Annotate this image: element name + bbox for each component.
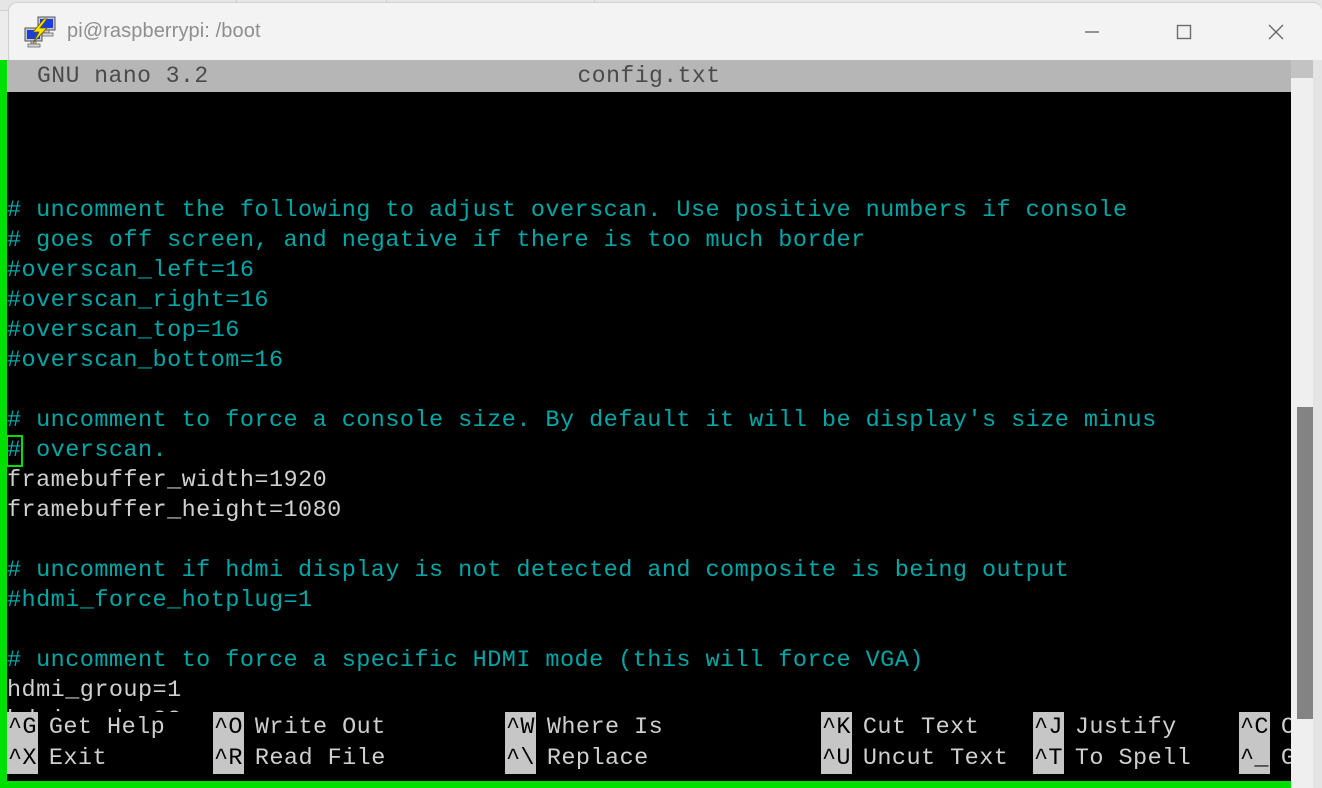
minimize-button[interactable]	[1046, 3, 1138, 61]
close-button[interactable]	[1230, 3, 1322, 61]
shortcut-key: ^J	[1033, 712, 1064, 743]
shortcut-item[interactable]: ^G Get Help	[7, 712, 213, 743]
editor-line: #overscan_top=16	[7, 317, 240, 344]
shortcut-item[interactable]: ^W Where Is	[505, 712, 821, 743]
shortcut-label: Cut Text	[862, 714, 980, 741]
shortcut-key: ^T	[1033, 743, 1064, 774]
editor-line: framebuffer_width=1920	[7, 467, 328, 494]
shortcut-label: Replace	[546, 745, 649, 772]
shortcut-label: Cur Pos	[1270, 712, 1291, 743]
editor-line: #hdmi_force_hotplug=1	[7, 587, 313, 614]
editor-line: # uncomment to force a console size. By …	[7, 407, 1157, 434]
shortcut-label: Go To Line	[1270, 743, 1291, 774]
shortcut-key: ^R	[213, 743, 244, 774]
maximize-button[interactable]	[1138, 3, 1230, 61]
maximize-icon	[1176, 24, 1192, 40]
shortcut-label: Justify	[1074, 714, 1177, 741]
shortcut-key: ^C	[1239, 712, 1270, 743]
shortcut-label: Where Is	[546, 714, 664, 741]
shortcut-label: Exit	[48, 745, 108, 772]
editor-line: # goes off screen, and negative if there…	[7, 227, 866, 254]
window-right-edge	[1313, 60, 1322, 788]
shortcut-key: ^W	[505, 712, 536, 743]
shortcut-key: ^O	[213, 712, 244, 743]
shortcut-item[interactable]: ^K Cut Text	[821, 712, 1033, 743]
text-cursor: #	[7, 435, 23, 467]
editor-text-area[interactable]: # uncomment the following to adjust over…	[7, 92, 1291, 734]
shortcut-key: ^U	[821, 743, 852, 774]
shortcut-item[interactable]: ^O Write Out	[213, 712, 505, 743]
shortcut-label: Read File	[254, 745, 386, 772]
close-icon	[1268, 24, 1284, 40]
editor-line: # uncomment the following to adjust over…	[7, 197, 1128, 224]
shortcut-item[interactable]: ^R Read File	[213, 743, 505, 774]
shortcut-item[interactable]: ^X Exit	[7, 743, 213, 774]
editor-line: # overscan.	[7, 435, 168, 467]
shortcut-key: ^_	[1239, 743, 1270, 774]
shortcut-label: Get Help	[48, 714, 166, 741]
editor-line: # uncomment if hdmi display is not detec…	[7, 557, 1070, 584]
shortcut-label: To Spell	[1074, 745, 1192, 772]
shortcut-item[interactable]: ^CCur Pos	[1239, 712, 1291, 743]
nano-filename-label: config.txt	[577, 63, 721, 89]
shortcut-key: ^K	[821, 712, 852, 743]
nano-shortcut-bar: ^G Get Help ^O Write Out ^W Where Is ^K Cut Tex…	[7, 712, 1291, 774]
putty-window: pi@raspberrypi: /boot GNU nano 3.2 confi…	[0, 2, 1322, 788]
editor-line: #overscan_bottom=16	[7, 347, 284, 374]
shortcut-item[interactable]: ^T To Spell	[1033, 743, 1239, 774]
shortcut-item[interactable]: ^U Uncut Text	[821, 743, 1033, 774]
shortcut-row-2: ^X Exit ^R Read File ^\ Replace ^U Uncut Text ^T…	[7, 743, 1291, 774]
window-title: pi@raspberrypi: /boot	[67, 20, 261, 42]
putty-icon	[22, 16, 56, 48]
editor-line: framebuffer_height=1080	[7, 497, 342, 524]
shortcut-item[interactable]: ^\ Replace	[505, 743, 821, 774]
terminal-area[interactable]: GNU nano 3.2 config.txt # uncomment the …	[0, 60, 1291, 788]
nano-header-bar: GNU nano 3.2 config.txt	[7, 60, 1291, 92]
shortcut-item[interactable]: ^_Go To Line	[1239, 743, 1291, 774]
shortcut-row-1: ^G Get Help ^O Write Out ^W Where Is ^K Cut Tex…	[7, 712, 1291, 743]
editor-line: #overscan_right=16	[7, 287, 269, 314]
shortcut-label: Write Out	[254, 714, 386, 741]
window-titlebar[interactable]: pi@raspberrypi: /boot	[8, 2, 1322, 60]
shortcut-label: Uncut Text	[862, 745, 1009, 772]
minimize-icon	[1085, 31, 1099, 33]
shortcut-item[interactable]: ^J Justify	[1033, 712, 1239, 743]
shortcut-key: ^\	[505, 743, 536, 774]
shortcut-key: ^G	[7, 712, 38, 743]
editor-line: # uncomment to force a specific HDMI mod…	[7, 647, 924, 674]
editor-line: hdmi_group=1	[7, 677, 182, 704]
editor-line: #overscan_left=16	[7, 257, 255, 284]
window-controls	[1046, 3, 1322, 61]
shortcut-key: ^X	[7, 743, 38, 774]
